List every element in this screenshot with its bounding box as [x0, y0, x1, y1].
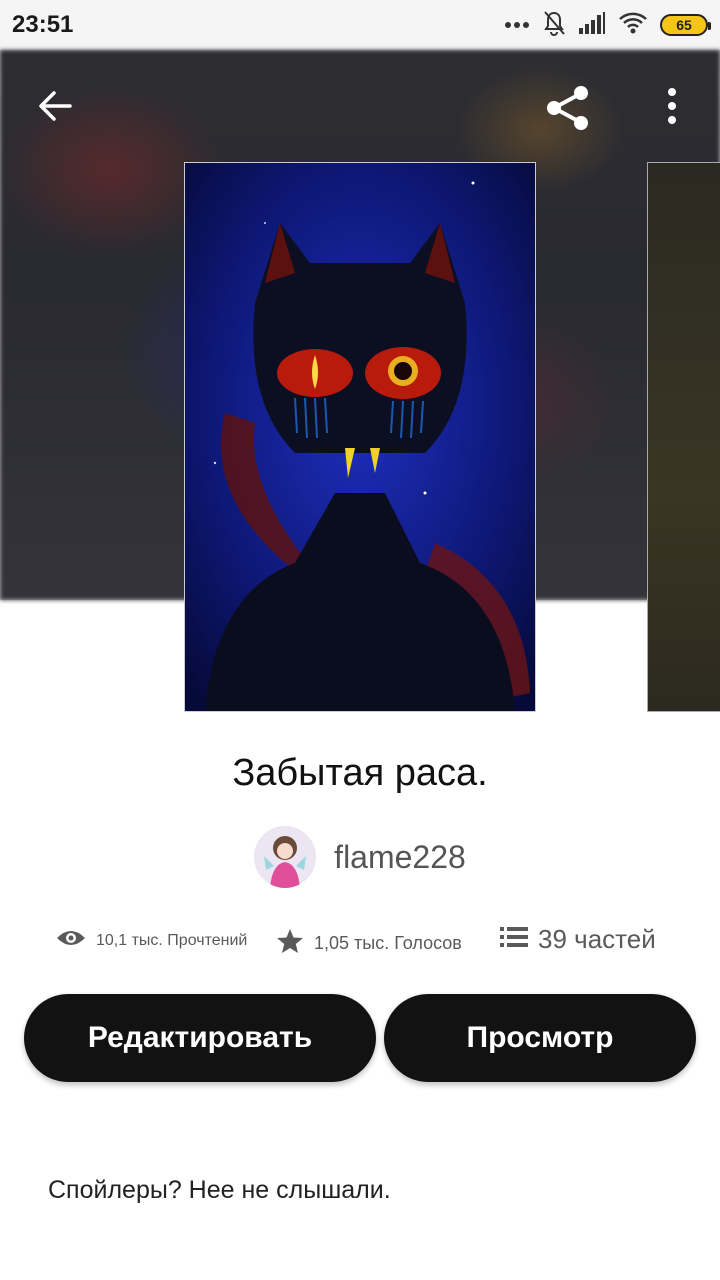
list-icon	[500, 924, 528, 955]
view-button[interactable]: Просмотр	[384, 994, 696, 1082]
author-row[interactable]: flame228	[0, 826, 720, 888]
reads-stat: 10,1 тыс. Прочтений	[56, 928, 247, 953]
story-stats: 10,1 тыс. Прочтений 1,05 тыс. Голосов 39…	[0, 922, 720, 968]
bell-off-icon	[542, 10, 566, 41]
parts-stat[interactable]: 39 частей	[500, 924, 656, 955]
dots-icon	[504, 16, 530, 34]
back-arrow-icon[interactable]	[30, 80, 82, 132]
votes-stat: 1,05 тыс. Голосов	[276, 928, 462, 959]
author-name[interactable]: flame228	[334, 839, 466, 876]
share-icon[interactable]	[540, 80, 596, 136]
votes-count: 1,05 тыс. Голосов	[314, 933, 462, 953]
status-bar: 23:51 65	[0, 0, 720, 50]
eye-icon	[56, 928, 86, 953]
story-title: Забытая раса.	[232, 752, 488, 794]
battery-icon: 65	[660, 14, 711, 36]
edit-button[interactable]: Редактировать	[24, 994, 376, 1082]
next-book-cover[interactable]	[647, 162, 720, 712]
status-time: 23:51	[12, 11, 74, 38]
author-avatar[interactable]	[254, 826, 317, 888]
reads-count: 10,1 тыс. Прочтений	[96, 931, 248, 949]
signal-icon	[578, 11, 606, 40]
wifi-icon	[618, 11, 648, 40]
more-vert-icon[interactable]	[652, 80, 692, 132]
star-icon	[276, 928, 304, 959]
story-description: Спойлеры? Нее не слышали.	[48, 1176, 391, 1204]
book-cover[interactable]	[184, 162, 536, 712]
parts-count: 39 частей	[538, 924, 656, 954]
status-icons: 65	[504, 10, 711, 41]
